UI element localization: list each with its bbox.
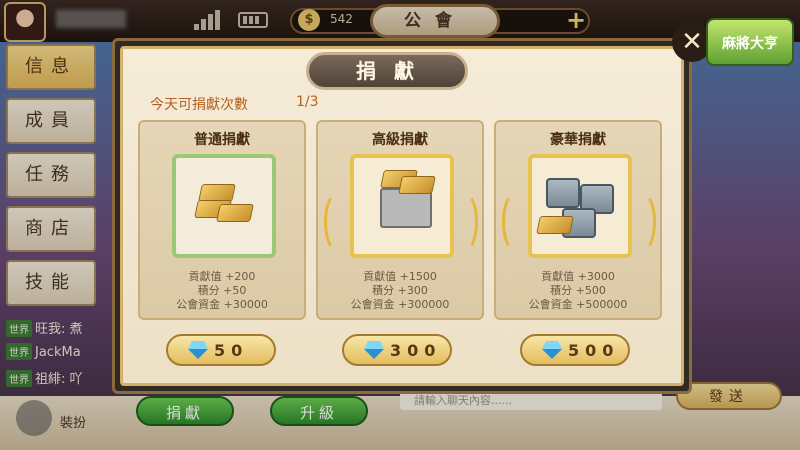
contribution-value: 貢獻值 +3000 bbox=[541, 270, 615, 283]
card-stats: 貢獻值 +3000 積分 +500 公會資金 +500000 bbox=[496, 270, 660, 312]
contribution-value: 貢獻值 +1500 bbox=[363, 270, 437, 283]
price-value: 500 bbox=[568, 341, 620, 360]
donation-count-label: 今天可捐獻次數 bbox=[150, 97, 248, 113]
donate-300-button[interactable]: 300 bbox=[342, 334, 452, 366]
card-stats: 貢獻值 +1500 積分 +300 公會資金 +300000 bbox=[318, 270, 482, 312]
card-title: 豪華捐獻 bbox=[550, 132, 606, 148]
guild-funds-value: 公會資金 +300000 bbox=[350, 298, 450, 311]
points-value: 積分 +50 bbox=[197, 284, 247, 297]
gold-box-icon bbox=[350, 154, 454, 258]
safe-icon bbox=[528, 154, 632, 258]
diamond-icon bbox=[188, 341, 208, 359]
laurel-icon bbox=[452, 192, 478, 252]
donation-count-value: 1/3 bbox=[296, 94, 319, 110]
points-value: 積分 +300 bbox=[372, 284, 428, 297]
price-value: 300 bbox=[390, 341, 442, 360]
card-title: 高級捐獻 bbox=[372, 132, 428, 148]
logo-text: 麻將大亨 bbox=[722, 36, 778, 52]
diamond-icon bbox=[364, 341, 384, 359]
donation-card-luxury[interactable]: 豪華捐獻 貢獻值 +3000 積分 +500 公會資金 +500000 bbox=[494, 120, 662, 320]
laurel-icon bbox=[502, 192, 528, 252]
diamond-icon bbox=[542, 341, 562, 359]
donate-50-button[interactable]: 50 bbox=[166, 334, 276, 366]
price-value: 50 bbox=[214, 341, 249, 360]
dialog-title: 捐獻 bbox=[306, 52, 468, 90]
gold-bars-icon bbox=[172, 154, 276, 258]
laurel-icon bbox=[324, 192, 350, 252]
donation-card-advanced[interactable]: 高級捐獻 貢獻值 +1500 積分 +300 公會資金 +300000 bbox=[316, 120, 484, 320]
guild-funds-value: 公會資金 +30000 bbox=[176, 298, 268, 311]
game-logo: 麻將大亨 bbox=[706, 18, 794, 66]
guild-funds-value: 公會資金 +500000 bbox=[528, 298, 628, 311]
card-title: 普通捐獻 bbox=[194, 132, 250, 148]
points-value: 積分 +500 bbox=[550, 284, 606, 297]
donation-card-normal[interactable]: 普通捐獻 貢獻值 +200 積分 +50 公會資金 +30000 bbox=[138, 120, 306, 320]
laurel-icon bbox=[630, 192, 656, 252]
card-stats: 貢獻值 +200 積分 +50 公會資金 +30000 bbox=[140, 270, 304, 312]
donate-500-button[interactable]: 500 bbox=[520, 334, 630, 366]
contribution-value: 貢獻值 +200 bbox=[188, 270, 256, 283]
